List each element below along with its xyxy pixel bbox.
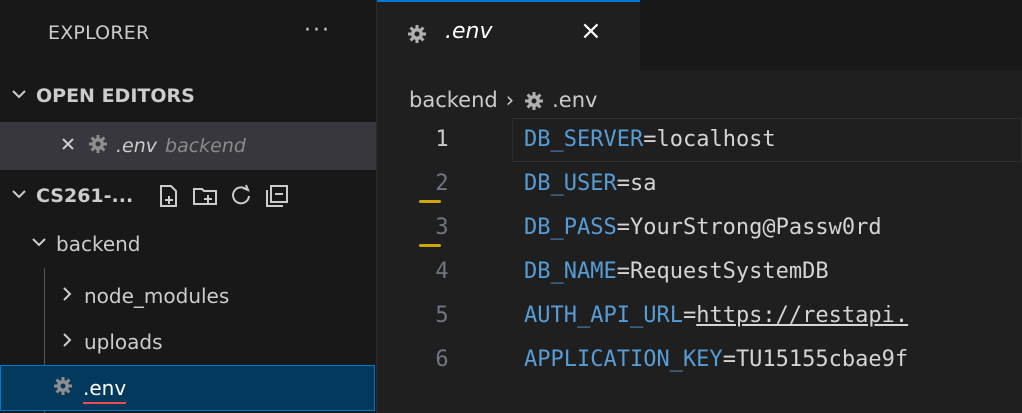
workspace-section[interactable]: CS261-... xyxy=(0,172,376,220)
chevron-down-icon xyxy=(10,185,28,207)
new-file-icon[interactable] xyxy=(155,182,183,210)
code-text: AUTH_API_URL=https://restapi. xyxy=(524,303,909,328)
code-line[interactable]: 1 DB_SERVER=localhost xyxy=(377,118,1022,162)
tab-close-button[interactable]: × xyxy=(580,16,602,46)
open-editors-label: OPEN EDITORS xyxy=(36,85,195,107)
workspace-label: CS261-... xyxy=(36,185,134,207)
code-text: DB_NAME=RequestSystemDB xyxy=(524,259,829,284)
tab-env[interactable]: .env × xyxy=(377,0,640,70)
code-text: DB_PASS=YourStrong@Passw0rd xyxy=(524,215,882,240)
explorer-header: EXPLORER ··· xyxy=(0,0,376,70)
open-editor-folder-label: backend xyxy=(165,135,246,157)
tree-item-label: node_modules xyxy=(84,284,230,308)
more-actions-button[interactable]: ··· xyxy=(304,18,331,43)
tree-folder-label: backend xyxy=(56,232,141,256)
code-line[interactable]: 4 DB_NAME=RequestSystemDB xyxy=(377,250,1022,294)
chevron-down-icon xyxy=(10,85,28,107)
new-folder-icon[interactable] xyxy=(191,182,219,210)
breadcrumb-separator: › xyxy=(505,88,515,112)
breadcrumb-folder[interactable]: backend xyxy=(409,88,498,112)
line-number: 6 xyxy=(435,347,449,372)
open-editor-item[interactable]: .env backend xyxy=(0,122,376,170)
tree-item-label: .env xyxy=(83,376,127,404)
line-number: 5 xyxy=(435,303,449,328)
gear-icon xyxy=(407,24,427,48)
warning-squiggle xyxy=(419,200,441,203)
close-icon[interactable] xyxy=(60,136,76,156)
line-number: 1 xyxy=(435,127,449,152)
gear-icon xyxy=(53,376,73,400)
editor-area: .env × backend › .env 1 DB_SERVER=localh… xyxy=(377,0,1022,413)
code-text: APPLICATION_KEY=TU15155cbae9f xyxy=(524,347,909,372)
line-number: 4 xyxy=(435,259,449,284)
gear-icon xyxy=(524,88,544,112)
explorer-title: EXPLORER xyxy=(48,22,150,44)
error-underline xyxy=(83,402,127,404)
collapse-all-icon[interactable] xyxy=(263,182,291,210)
tab-label: .env xyxy=(445,19,493,44)
breadcrumb-file[interactable]: .env xyxy=(552,88,597,112)
breadcrumb: backend › .env xyxy=(409,82,597,118)
open-editor-file-label: .env xyxy=(116,135,158,157)
tree-item-env[interactable]: .env xyxy=(0,365,375,411)
tree-item-node-modules[interactable]: node_modules xyxy=(0,272,376,320)
code-text: DB_USER=sa xyxy=(524,171,657,196)
code-line[interactable]: 2 DB_USER=sa xyxy=(377,162,1022,206)
code-line[interactable]: 5 AUTH_API_URL=https://restapi. xyxy=(377,294,1022,338)
tree-item-uploads[interactable]: uploads xyxy=(0,318,376,366)
code-line[interactable]: 6 APPLICATION_KEY=TU15155cbae9f xyxy=(377,338,1022,382)
refresh-icon[interactable] xyxy=(227,182,255,210)
code-text: DB_SERVER=localhost xyxy=(524,127,776,152)
gear-icon xyxy=(88,134,108,158)
code-line[interactable]: 3 DB_PASS=YourStrong@Passw0rd xyxy=(377,206,1022,250)
explorer-sidebar: EXPLORER ··· OPEN EDITORS .env backend C… xyxy=(0,0,377,413)
chevron-right-icon xyxy=(58,331,76,353)
tree-folder-backend[interactable]: backend xyxy=(0,220,376,268)
tree-item-label: uploads xyxy=(84,330,163,354)
open-editors-section[interactable]: OPEN EDITORS xyxy=(0,72,376,120)
warning-squiggle xyxy=(419,244,441,247)
chevron-right-icon xyxy=(58,285,76,307)
chevron-down-icon xyxy=(30,233,48,255)
tab-bar: .env × xyxy=(377,0,1022,70)
